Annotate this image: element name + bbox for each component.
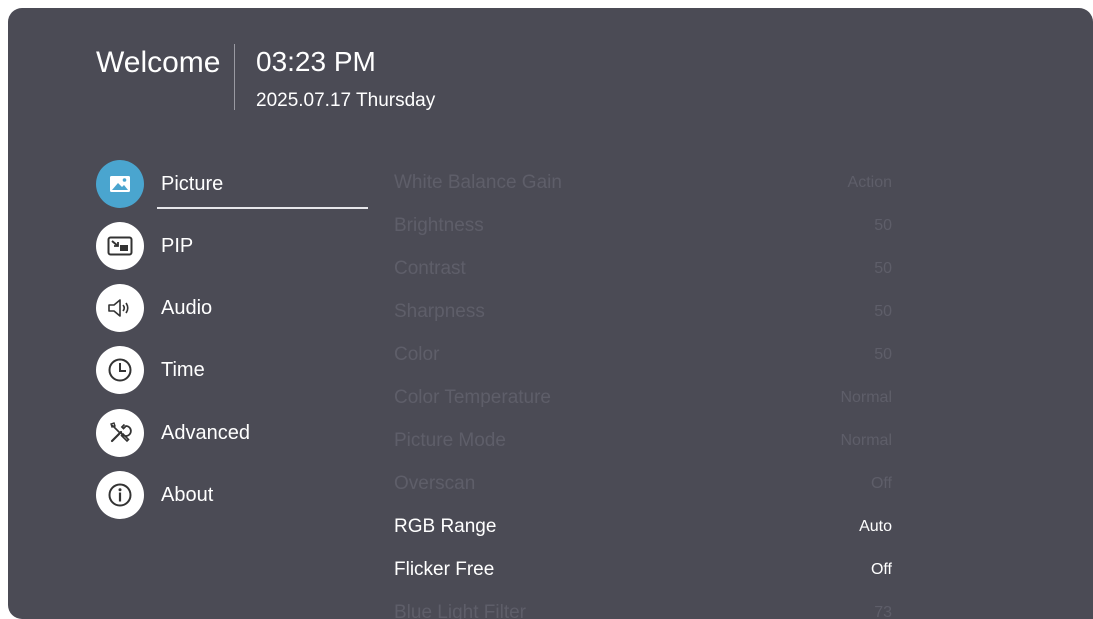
- setting-name: Color: [394, 344, 440, 365]
- audio-icon: [96, 284, 144, 332]
- info-icon: [96, 471, 144, 519]
- menu-label: PIP: [161, 235, 194, 257]
- setting-value: Normal: [840, 389, 892, 406]
- menu-item-time[interactable]: Time: [96, 346, 376, 396]
- header-divider: [234, 44, 235, 110]
- setting-value: Off: [870, 475, 892, 492]
- settings-panel: Welcome 03:23 PM 2025.07.17 Thursday Pic…: [8, 8, 1093, 619]
- setting-name: White Balance Gain: [394, 172, 562, 193]
- menu-label: Picture: [161, 173, 224, 195]
- clock-icon: [96, 346, 144, 394]
- menu-item-audio[interactable]: Audio: [96, 284, 376, 334]
- setting-name: Picture Mode: [394, 430, 506, 451]
- menu-label: About: [161, 484, 214, 506]
- setting-name: Flicker Free: [394, 559, 495, 580]
- menu-label: Audio: [161, 297, 213, 319]
- tools-icon: [96, 409, 144, 457]
- clock-date: 2025.07.17 Thursday: [256, 90, 436, 111]
- setting-row-brightness[interactable]: Brightness 50: [394, 211, 892, 251]
- setting-name: Brightness: [394, 215, 484, 236]
- setting-value: 73: [874, 604, 892, 619]
- setting-row-blue-light-filter[interactable]: Blue Light Filter 73: [394, 598, 892, 619]
- setting-value: 50: [874, 303, 892, 320]
- setting-row-overscan[interactable]: Overscan Off: [394, 469, 892, 509]
- clock-time: 03:23 PM: [256, 46, 376, 77]
- picture-icon: [96, 160, 144, 208]
- setting-value: Normal: [840, 432, 892, 449]
- setting-row-picture-mode[interactable]: Picture Mode Normal: [394, 426, 892, 466]
- setting-value: Off: [870, 561, 892, 578]
- setting-row-white-balance-gain[interactable]: White Balance Gain Action: [394, 168, 892, 208]
- setting-value: Action: [847, 174, 892, 191]
- setting-row-sharpness[interactable]: Sharpness 50: [394, 297, 892, 337]
- menu-item-picture[interactable]: Picture: [96, 160, 376, 210]
- setting-row-flicker-free[interactable]: Flicker Free Off: [394, 555, 892, 595]
- setting-value: Auto: [859, 518, 892, 535]
- setting-value: 50: [874, 217, 892, 234]
- setting-row-color[interactable]: Color 50: [394, 340, 892, 380]
- setting-name: Sharpness: [394, 301, 485, 322]
- menu-label: Advanced: [161, 422, 250, 444]
- menu-item-pip[interactable]: PIP: [96, 222, 376, 272]
- setting-value: 50: [874, 260, 892, 277]
- welcome-text: Welcome: [96, 46, 221, 79]
- setting-name: Blue Light Filter: [394, 602, 527, 619]
- setting-name: Color Temperature: [394, 387, 552, 408]
- setting-row-rgb-range[interactable]: RGB Range Auto: [394, 512, 892, 552]
- setting-name: Overscan: [394, 473, 476, 494]
- setting-value: 50: [874, 346, 892, 363]
- menu-item-about[interactable]: About: [96, 471, 376, 521]
- menu-item-advanced[interactable]: Advanced: [96, 409, 376, 459]
- pip-icon: [96, 222, 144, 270]
- active-underline: [157, 207, 368, 209]
- setting-name: Contrast: [394, 258, 466, 279]
- menu-label: Time: [161, 359, 205, 381]
- setting-name: RGB Range: [394, 516, 497, 537]
- setting-row-contrast[interactable]: Contrast 50: [394, 254, 892, 294]
- setting-row-color-temperature[interactable]: Color Temperature Normal: [394, 383, 892, 423]
